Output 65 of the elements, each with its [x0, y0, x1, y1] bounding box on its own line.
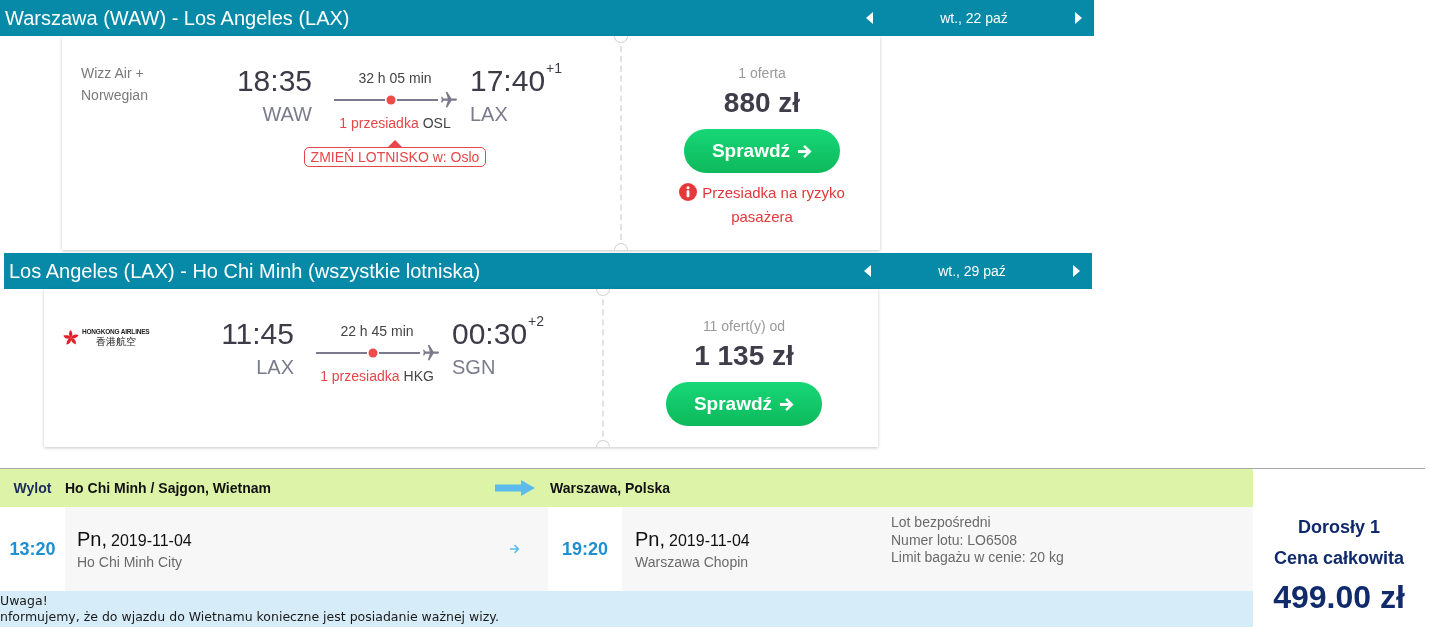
departure-time: 18:35: [236, 64, 312, 98]
airline-logo-text: 香港航空: [95, 336, 136, 348]
route-title: Warszawa (WAW) - Los Angeles (LAX): [5, 6, 351, 30]
departure-airport: Ho Chi Minh City: [77, 553, 183, 571]
offers-count: 11 ofert(y) od: [702, 317, 786, 335]
airplane-icon: [422, 345, 439, 361]
day-offset: +1: [546, 61, 563, 75]
semicircle-notch-icon: [614, 243, 628, 250]
origin-city: Ho Chi Minh / Sajgon, Wietnam: [65, 480, 271, 496]
departure-time: 13:20: [9, 538, 56, 560]
airport-change-tag: ZMIEŃ LOTNISKO w: Oslo: [303, 147, 487, 167]
date-label: wt., 29 paź: [937, 263, 1007, 279]
airplane-icon: [440, 92, 457, 108]
price: 880 zł: [723, 87, 801, 119]
offers-count: 1 oferta: [738, 64, 786, 82]
arrow-right-icon: [495, 480, 535, 496]
stopover-airport: HKG: [403, 367, 434, 385]
triangle-left-icon[interactable]: [866, 12, 873, 24]
departure-airport: LAX: [256, 355, 294, 380]
stopover-airport: OSL: [422, 114, 451, 132]
flight-detail: Numer lotu: LO6508: [891, 531, 1018, 549]
departure-time: 11:45: [221, 317, 294, 351]
notice-title: Uwaga!: [0, 593, 48, 609]
arrival-date: 2019-11-04: [669, 531, 750, 551]
departure-label: Wylot: [13, 480, 52, 496]
stops-count: 1 przesiadka: [339, 114, 419, 132]
triangle-right-icon[interactable]: [1073, 265, 1080, 277]
route-title: Los Angeles (LAX) - Ho Chi Minh (wszystkie lotniska): [9, 259, 482, 283]
price: 1 135 zł: [694, 340, 794, 372]
arrival-time: 00:30: [452, 317, 528, 351]
passenger-count: Dorosły 1: [1298, 516, 1380, 539]
arrow-right-icon: [510, 544, 520, 554]
check-button[interactable]: Sprawdź: [684, 129, 840, 173]
triangle-left-icon[interactable]: [864, 265, 871, 277]
flight-duration: 32 h 05 min: [358, 69, 432, 87]
triangle-right-icon[interactable]: [1075, 12, 1082, 24]
airline-name: Wizz Air + Norwegian: [81, 64, 149, 105]
destination-city: Warszawa, Polska: [549, 480, 671, 496]
check-button[interactable]: Sprawdź: [666, 382, 822, 426]
arrow-right-icon: [797, 143, 813, 159]
total-price: 499.00 zł: [1273, 578, 1405, 616]
stops-count: 1 przesiadka: [320, 367, 400, 385]
flight-detail: Lot bezpośredni: [891, 514, 991, 532]
info-icon: [679, 183, 698, 201]
date-label: wt., 22 paź: [939, 10, 1009, 26]
tag-pointer-icon: [388, 140, 402, 147]
arrival-airport: Warszawa Chopin: [635, 553, 749, 571]
flight-detail: Limit bagażu w cenie: 20 kg: [891, 549, 1064, 567]
notice-text: nformujemy, że do wjazdu do Wietnamu konieczne jest posiadanie ważnej wizy.: [0, 609, 499, 625]
weekday: Pn,: [77, 527, 108, 551]
risk-warning: Przesiadka na ryzyko pasażera: [702, 184, 845, 225]
arrival-airport: LAX: [470, 102, 508, 127]
weekday: Pn,: [635, 527, 666, 551]
total-price-label: Cena całkowita: [1273, 547, 1405, 570]
departure-date: 2019-11-04: [111, 531, 192, 551]
flight-duration: 22 h 45 min: [340, 322, 414, 340]
arrival-time: 17:40: [470, 64, 546, 98]
semicircle-notch-icon: [596, 289, 610, 296]
day-offset: +2: [528, 314, 545, 328]
departure-airport: WAW: [262, 102, 312, 127]
arrival-airport: SGN: [452, 355, 496, 380]
arrow-right-icon: [779, 396, 795, 412]
arrival-time: 19:20: [561, 538, 608, 560]
flower-icon: [63, 330, 79, 346]
semicircle-notch-icon: [614, 36, 628, 43]
